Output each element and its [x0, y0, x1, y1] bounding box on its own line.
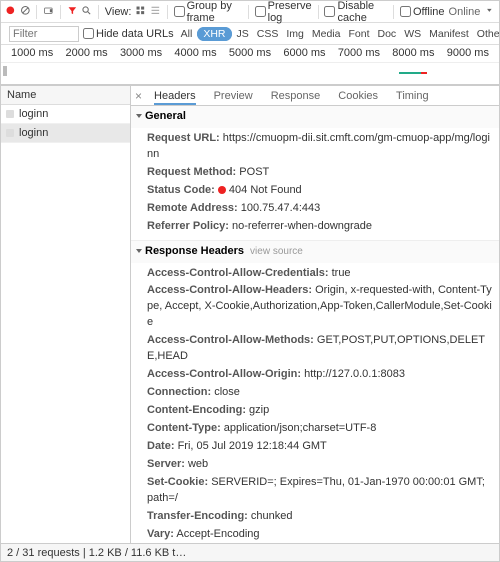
- detail-tabs: × Headers Preview Response Cookies Timing: [131, 86, 499, 106]
- timeline[interactable]: 1000 ms 2000 ms 3000 ms 4000 ms 5000 ms 6000 …: [1, 45, 499, 85]
- filter-type-manifest[interactable]: Manifest: [426, 28, 472, 40]
- filter-icon[interactable]: [67, 5, 78, 19]
- view-label: View:: [105, 6, 132, 18]
- header-row: Request URL: https://cmuopm-dii.sit.cmft…: [131, 130, 499, 164]
- tab-headers[interactable]: Headers: [154, 86, 196, 105]
- filter-type-other[interactable]: Other: [474, 28, 499, 40]
- dropdown-icon[interactable]: [484, 5, 495, 19]
- online-label[interactable]: Online: [449, 6, 481, 18]
- header-row: Referrer Policy: no-referrer-when-downgr…: [131, 218, 499, 236]
- header-row: Remote Address: 100.75.47.4:443: [131, 200, 499, 218]
- filter-type-xhr[interactable]: XHR: [197, 27, 231, 41]
- header-row: Content-Encoding: gzip: [131, 402, 499, 420]
- filter-type-css[interactable]: CSS: [254, 28, 282, 40]
- list-icon[interactable]: [150, 5, 161, 19]
- filter-bar: Hide data URLs AllXHRJSCSSImgMediaFontDo…: [1, 23, 499, 45]
- record-icon[interactable]: [5, 5, 16, 19]
- filter-type-doc[interactable]: Doc: [375, 28, 400, 40]
- timeline-tick: 9000 ms: [447, 47, 489, 59]
- offline-checkbox[interactable]: Offline: [400, 6, 445, 18]
- header-row: Access-Control-Allow-Credentials: true: [131, 265, 499, 283]
- hide-data-urls-checkbox[interactable]: Hide data URLs: [83, 28, 174, 40]
- header-row: Date: Fri, 05 Jul 2019 12:18:44 GMT: [131, 438, 499, 456]
- header-row: Access-Control-Allow-Origin: http://127.…: [131, 366, 499, 384]
- timeline-tick: 8000 ms: [392, 47, 434, 59]
- toolbar: View: Group by frame Preserve log Disabl…: [1, 1, 499, 23]
- headers-panel: GeneralRequest URL: https://cmuopm-dii.s…: [131, 106, 499, 543]
- request-list-header[interactable]: Name: [1, 86, 130, 105]
- search-icon[interactable]: [81, 5, 92, 19]
- tab-cookies[interactable]: Cookies: [338, 86, 378, 105]
- header-row: Connection: close: [131, 384, 499, 402]
- camera-icon[interactable]: [43, 5, 54, 19]
- header-row: Status Code: 404 Not Found: [131, 182, 499, 200]
- header-row: Access-Control-Allow-Headers: Origin, x-…: [131, 282, 499, 332]
- timeline-tick: 2000 ms: [65, 47, 107, 59]
- filter-types: AllXHRJSCSSImgMediaFontDocWSManifestOthe…: [178, 27, 499, 41]
- request-list: Name loginnloginn: [1, 86, 131, 543]
- header-row: Request Method: POST: [131, 164, 499, 182]
- filter-type-ws[interactable]: WS: [401, 28, 424, 40]
- preserve-log-checkbox[interactable]: Preserve log: [255, 0, 312, 24]
- large-icons-icon[interactable]: [135, 5, 146, 19]
- group-by-frame-checkbox[interactable]: Group by frame: [174, 0, 242, 24]
- filter-type-all[interactable]: All: [178, 28, 196, 40]
- request-row[interactable]: loginn: [1, 105, 130, 124]
- section-header[interactable]: Response Headersview source: [131, 241, 499, 263]
- timeline-tick: 1000 ms: [11, 47, 53, 59]
- timeline-tick: 7000 ms: [338, 47, 380, 59]
- filter-type-font[interactable]: Font: [345, 28, 372, 40]
- filter-type-js[interactable]: JS: [234, 28, 252, 40]
- tab-timing[interactable]: Timing: [396, 86, 429, 105]
- timeline-tick: 4000 ms: [174, 47, 216, 59]
- header-row: Content-Type: application/json;charset=U…: [131, 420, 499, 438]
- close-icon[interactable]: ×: [135, 86, 142, 105]
- tab-preview[interactable]: Preview: [214, 86, 253, 105]
- tab-response[interactable]: Response: [271, 86, 321, 105]
- detail-panel: × Headers Preview Response Cookies Timing Ge…: [131, 86, 499, 543]
- timeline-tick: 5000 ms: [229, 47, 271, 59]
- header-row: Server: web: [131, 456, 499, 474]
- section-header[interactable]: General: [131, 106, 499, 128]
- clear-icon[interactable]: [20, 5, 31, 19]
- request-row[interactable]: loginn: [1, 124, 130, 143]
- timeline-tick: 3000 ms: [120, 47, 162, 59]
- status-counts: 2 / 31 requests | 1.2 KB / 11.6 KB t…: [7, 547, 186, 559]
- header-row: Transfer-Encoding: chunked: [131, 508, 499, 526]
- header-row: Set-Cookie: SERVERID=; Expires=Thu, 01-J…: [131, 474, 499, 508]
- filter-type-media[interactable]: Media: [309, 28, 344, 40]
- header-row: Access-Control-Allow-Methods: GET,POST,P…: [131, 332, 499, 366]
- timeline-tick: 6000 ms: [283, 47, 325, 59]
- header-row: Vary: Accept-Encoding: [131, 526, 499, 543]
- disable-cache-checkbox[interactable]: Disable cache: [324, 0, 387, 24]
- filter-type-img[interactable]: Img: [283, 28, 307, 40]
- status-bar: 2 / 31 requests | 1.2 KB / 11.6 KB t…: [1, 543, 499, 561]
- filter-input[interactable]: [9, 26, 79, 42]
